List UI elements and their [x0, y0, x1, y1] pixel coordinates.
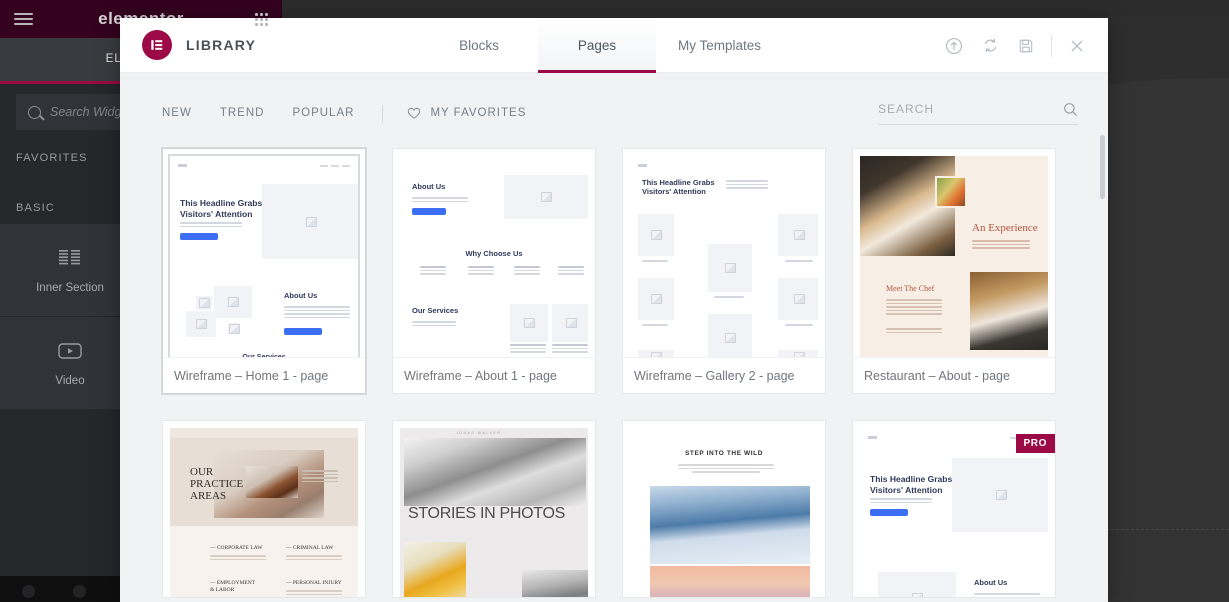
search-icon: [28, 105, 41, 119]
template-thumbnail: STEP INTO THE WILD: [623, 421, 825, 597]
filter-my-favorites[interactable]: MY FAVORITES: [407, 107, 526, 120]
elementor-logo-icon: [142, 30, 172, 60]
modal-title: LIBRARY: [186, 37, 257, 53]
template-thumbnail: OUR PRACTICE AREAS — CORPORATE LAW — CRIMI…: [163, 421, 365, 597]
footer-icon[interactable]: [73, 585, 86, 598]
modal-header: LIBRARY Blocks Pages My Templates: [120, 18, 1108, 73]
header-divider: [1051, 34, 1052, 57]
template-label: Wireframe – Gallery 2 - page: [623, 357, 825, 393]
template-label: Restaurant – About - page: [853, 357, 1055, 393]
modal-scroll-region[interactable]: NEW TREND POPULAR MY FAVORITES SEARCH Th…: [120, 73, 1108, 602]
template-card[interactable]: STEP INTO THE WILD: [622, 420, 826, 598]
modal-tabs: Blocks Pages My Templates: [420, 18, 783, 73]
template-label: Wireframe – Home 1 - page: [163, 357, 365, 393]
filter-trend[interactable]: TREND: [220, 107, 265, 119]
filter-bar: NEW TREND POPULAR MY FAVORITES: [120, 87, 1108, 139]
template-label: Wireframe – About 1 - page: [393, 357, 595, 393]
grid-apps-icon[interactable]: [255, 12, 268, 26]
pro-badge: PRO: [1015, 434, 1055, 453]
filter-divider: [382, 104, 384, 122]
template-library-modal: LIBRARY Blocks Pages My Templates NEW TR…: [120, 18, 1108, 602]
template-grid: This Headline Grabs Visitors' Attention A…: [120, 139, 1108, 602]
template-card[interactable]: An Experience Meet The Chef Restaurant –…: [852, 148, 1056, 394]
template-thumbnail: An Experience Meet The Chef: [853, 149, 1055, 357]
template-card[interactable]: This Headline GrabsVisitors' Attention: [622, 148, 826, 394]
template-card[interactable]: JONAS WALKER STORIES IN PHOTOS: [392, 420, 596, 598]
modal-header-actions: [943, 18, 1088, 73]
template-thumbnail: This Headline Grabs Visitors' Attention: [623, 149, 825, 357]
template-thumbnail: This Headline Grabs Visitors' Attention A…: [163, 149, 365, 357]
magnifier-icon[interactable]: [1063, 102, 1078, 117]
template-card[interactable]: This Headline Grabs Visitors' Attention A…: [162, 148, 366, 394]
widget-label: Video: [55, 375, 85, 387]
upload-icon[interactable]: [943, 35, 965, 57]
tab-pages[interactable]: Pages: [538, 18, 656, 73]
widget-label: Inner Section: [36, 282, 104, 294]
heart-icon: [407, 107, 421, 120]
modal-body: NEW TREND POPULAR MY FAVORITES SEARCH Th…: [120, 73, 1108, 602]
columns-icon: [56, 246, 84, 270]
scrollbar-thumb[interactable]: [1100, 135, 1105, 199]
modal-scrollbar[interactable]: [1100, 135, 1105, 602]
canvas-top-strip: [280, 0, 1229, 16]
my-favorites-label: MY FAVORITES: [430, 107, 527, 119]
tab-blocks[interactable]: Blocks: [420, 18, 538, 73]
search-input[interactable]: [878, 102, 1063, 116]
save-icon[interactable]: [1015, 35, 1037, 57]
footer-icon[interactable]: [22, 585, 35, 598]
template-card[interactable]: OUR PRACTICE AREAS — CORPORATE LAW — CRIMI…: [162, 420, 366, 598]
template-card[interactable]: PRO This Headline Grabs Visitors' Attenti…: [852, 420, 1056, 598]
search-field[interactable]: [878, 102, 1078, 125]
video-play-icon: [56, 339, 84, 363]
tab-my-templates[interactable]: My Templates: [656, 18, 783, 73]
template-card[interactable]: About Us Why Choose Us Our Services Wire…: [392, 148, 596, 394]
close-icon[interactable]: [1066, 35, 1088, 57]
filter-new[interactable]: NEW: [162, 107, 192, 119]
template-thumbnail: About Us Why Choose Us Our Services: [393, 149, 595, 357]
sync-icon[interactable]: [979, 35, 1001, 57]
filter-popular[interactable]: POPULAR: [292, 107, 354, 119]
modal-brand: LIBRARY: [120, 30, 420, 60]
hamburger-menu-icon[interactable]: [14, 13, 33, 25]
template-thumbnail: JONAS WALKER STORIES IN PHOTOS: [393, 421, 595, 597]
